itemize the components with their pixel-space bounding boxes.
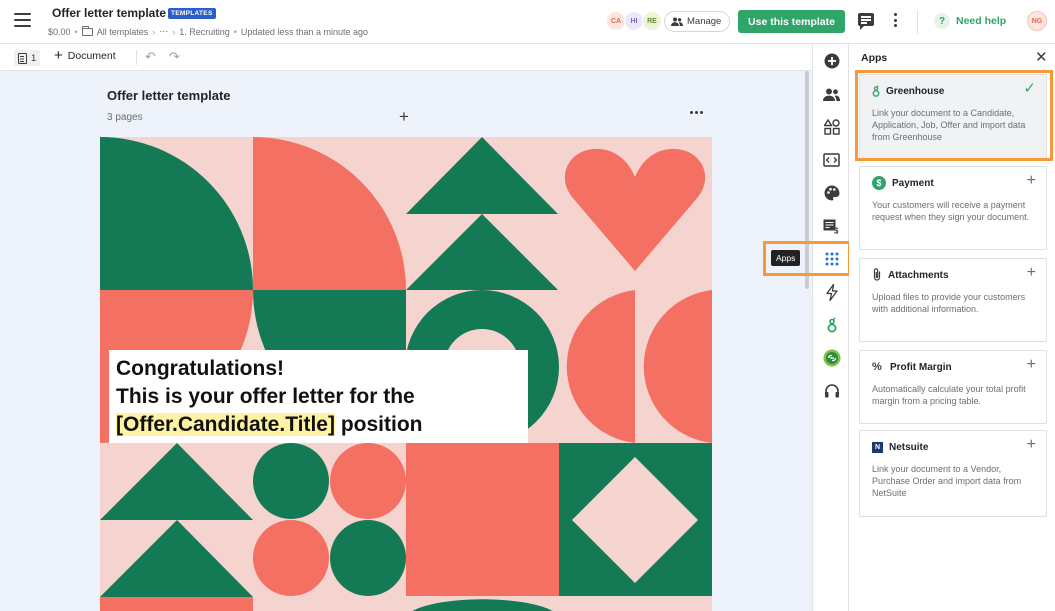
apps-grid-icon[interactable] [813, 247, 850, 271]
add-icon[interactable]: + [1027, 173, 1036, 189]
lightning-icon[interactable] [813, 280, 850, 304]
palette-icon[interactable] [813, 181, 850, 205]
add-block-icon[interactable] [813, 49, 850, 73]
app-name: Attachments [888, 269, 949, 281]
pages-icon [18, 52, 27, 64]
position-suffix[interactable]: position [335, 413, 423, 436]
svg-text:$: $ [834, 226, 839, 234]
folder-icon [81, 25, 93, 36]
people-icon [671, 17, 683, 26]
tool-rail: $ [812, 44, 849, 611]
add-document-label: Document [67, 50, 116, 62]
app-card-profit-margin[interactable]: % Profit Margin Automatically calculate … [859, 350, 1047, 424]
app-card-attachments[interactable]: Attachments Upload files to provide your… [859, 258, 1047, 342]
avatar[interactable]: CA [606, 11, 626, 31]
apps-panel: Apps ✕ Greenhouse Link your document to … [849, 44, 1055, 611]
page-count-button[interactable]: 1 [14, 50, 41, 66]
avatar[interactable]: HI [624, 11, 644, 31]
app-description: Link your document to a Vendor, Purchase… [872, 464, 1022, 498]
add-icon[interactable]: + [1027, 357, 1036, 373]
updated-status: Updated less than a minute ago [240, 26, 368, 37]
menu-icon[interactable] [14, 13, 31, 27]
chevron-right-icon: › [172, 26, 176, 37]
user-avatar[interactable]: NG [1027, 11, 1047, 31]
app-name: Payment [892, 177, 934, 189]
offer-text-block[interactable]: Congratulations! This is your offer lett… [109, 350, 528, 443]
add-document-button[interactable]: + Document [54, 47, 116, 64]
help-icon: ? [934, 13, 950, 29]
position-line[interactable]: [Offer.Candidate.Title] position [116, 411, 521, 439]
offer-line[interactable]: This is your offer letter for the [116, 383, 521, 411]
breadcrumb: $0.00 • All templates › ⋯ › 1. Recruitin… [48, 25, 368, 37]
app-description: Your customers will receive a payment re… [872, 200, 1030, 222]
manage-button[interactable]: Manage [664, 11, 731, 32]
breadcrumb-recruiting[interactable]: 1. Recruiting [179, 27, 230, 37]
netsuite-icon: N [872, 441, 883, 453]
app-name: Profit Margin [890, 361, 952, 373]
congrats-heading[interactable]: Congratulations! [116, 355, 521, 383]
panel-title: Apps [861, 52, 888, 64]
redo-icon[interactable]: ↷ [169, 50, 180, 63]
templates-badge: TEMPLATES [168, 8, 216, 19]
people-icon[interactable] [813, 82, 850, 106]
candidate-title-placeholder[interactable]: [Offer.Candidate.Title] [116, 413, 335, 436]
chevron-right-icon: › [152, 26, 156, 37]
headset-icon[interactable] [813, 379, 850, 403]
editor-canvas[interactable]: Offer letter template 3 pages + Congratu… [0, 71, 812, 611]
collaborator-avatars[interactable]: CA HI RE [606, 11, 662, 31]
canvas-scrollbar[interactable] [805, 71, 809, 289]
document-page[interactable]: Congratulations! This is your offer lett… [100, 137, 712, 611]
separator-dot: • [233, 26, 237, 37]
app-name: Greenhouse [886, 85, 945, 97]
app-card-payment[interactable]: $ Payment Your customers will receive a … [859, 166, 1047, 250]
section-title[interactable]: Offer letter template [107, 88, 231, 103]
avatar[interactable]: RE [642, 11, 662, 31]
checkmark-icon[interactable]: ✓ [1023, 81, 1036, 97]
breadcrumb-all-templates[interactable]: All templates [97, 27, 149, 37]
close-icon[interactable]: ✕ [1035, 48, 1048, 66]
need-help-label: Need help [956, 15, 1007, 27]
integration-link-icon[interactable] [813, 346, 850, 370]
document-title[interactable]: Offer letter template [52, 6, 166, 20]
pages-count-label: 3 pages [107, 112, 143, 123]
plus-icon: + [54, 47, 63, 64]
app-name: Netsuite [889, 441, 929, 453]
more-options-icon[interactable] [894, 13, 898, 29]
price-text: $0.00 [48, 26, 71, 37]
divider [136, 50, 137, 65]
apps-tooltip: Apps [771, 250, 801, 266]
top-header: Offer letter template TEMPLATES $0.00 • … [0, 0, 1055, 44]
app-description: Link your document to a Candidate, Appli… [872, 108, 1026, 142]
breadcrumb-ellipsis[interactable]: ⋯ [159, 26, 168, 37]
document-toolbar: 1 + Document ↶ ↷ [0, 44, 812, 71]
app-description: Automatically calculate your total profi… [872, 384, 1026, 406]
greenhouse-icon [872, 84, 880, 97]
embed-icon[interactable] [813, 148, 850, 172]
add-icon[interactable]: + [1027, 437, 1036, 453]
need-help-button[interactable]: ? Need help [934, 13, 1006, 29]
add-page-icon[interactable]: + [399, 107, 409, 127]
percent-icon: % [872, 361, 882, 373]
manage-label: Manage [687, 16, 722, 27]
greenhouse-icon[interactable] [813, 313, 850, 337]
pricing-table-icon[interactable]: $ [813, 214, 850, 238]
add-icon[interactable]: + [1027, 265, 1036, 281]
use-template-button[interactable]: Use this template [738, 10, 845, 33]
page-options-icon[interactable] [690, 111, 703, 114]
app-description: Upload files to provide your customers w… [872, 292, 1026, 314]
dollar-icon: $ [872, 176, 886, 190]
app-card-netsuite[interactable]: N Netsuite Link your document to a Vendo… [859, 430, 1047, 517]
page-count: 1 [31, 52, 37, 64]
comments-icon[interactable] [858, 13, 874, 30]
undo-icon[interactable]: ↶ [145, 50, 156, 63]
divider [917, 10, 918, 34]
shapes-icon[interactable] [813, 115, 850, 139]
app-card-greenhouse[interactable]: Greenhouse Link your document to a Candi… [859, 74, 1047, 160]
separator-dot: • [74, 26, 78, 37]
paperclip-icon [873, 268, 881, 281]
